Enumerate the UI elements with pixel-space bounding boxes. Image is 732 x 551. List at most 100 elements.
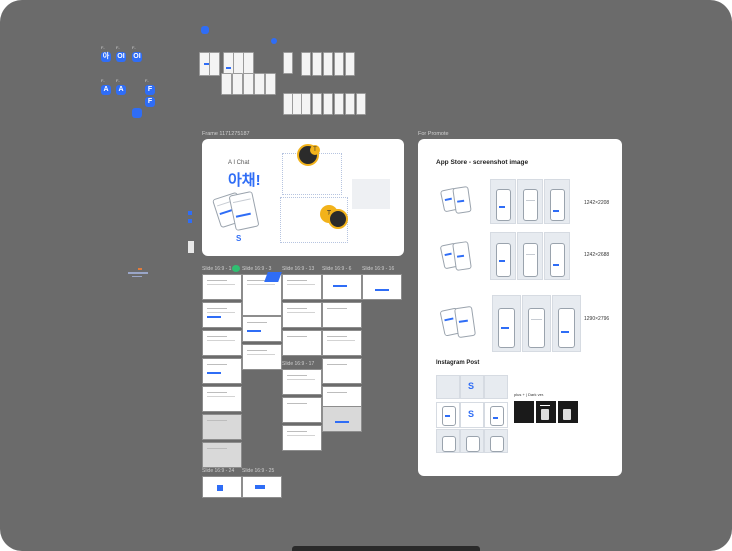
instagram-post[interactable]: S [460,375,484,399]
slide-thumbnail[interactable] [202,274,242,300]
app-icon-tile[interactable]: A [116,85,126,95]
slide-thumbnail[interactable] [242,344,282,370]
hero-shot[interactable] [436,179,486,222]
slide-thumbnail[interactable] [282,397,322,423]
slide-thumbnail[interactable] [322,302,362,328]
instagram-post[interactable] [484,402,508,428]
slide-group-label[interactable]: Slide 16:9 - 6 [322,266,351,272]
screen-thumbnail[interactable] [356,93,366,115]
resolution-label: 1290×2796 [584,316,610,322]
screenshot-tile[interactable] [544,232,570,280]
screen-thumbnail[interactable] [265,73,276,95]
bottom-toolbar[interactable] [292,546,480,551]
screenshot-tile[interactable] [517,179,543,224]
frame-card[interactable]: A I Chat 아채! S T T [202,139,404,256]
promote-panel[interactable]: App Store - screenshot image 1242×2208 1… [418,139,622,476]
slide-thumbnail[interactable] [282,369,322,395]
app-icon-tile[interactable]: OI [132,52,142,62]
app-icon-tile[interactable]: F [145,85,155,95]
selection-handle[interactable] [188,219,192,223]
slide-thumbnail[interactable] [322,358,362,384]
slide-thumbnail[interactable] [322,274,362,300]
slide-thumbnail[interactable] [202,330,242,356]
slide-thumbnail[interactable] [242,476,282,498]
slide-thumbnail[interactable] [322,406,362,432]
slide-group-label[interactable]: Slide 16:9 - 13 [282,266,314,272]
screenshot-tile[interactable] [552,295,581,352]
selection-handle[interactable] [188,211,192,215]
slide-thumbnail[interactable] [242,316,282,342]
screen-thumbnail[interactable] [312,93,322,115]
slide-group-label[interactable]: Slide 16:9 - 25 [242,468,274,474]
app-icon-tile[interactable]: A [101,85,111,95]
slide-thumbnail[interactable] [202,302,242,328]
slide-group-label[interactable]: Slide 16:9 - 24 [202,468,234,474]
instagram-post[interactable] [436,375,460,399]
figma-canvas[interactable]: F.. 아 F.. OI F.. OI F.. A F.. A F.. F F … [0,0,732,551]
app-icon-tile[interactable]: 아 [101,52,111,62]
slide-thumbnail[interactable] [202,476,242,498]
screenshot-tile[interactable] [490,179,516,224]
dark-post[interactable] [558,401,578,423]
layer-stack[interactable] [188,241,194,253]
slide-group-label[interactable]: Slide 16:9 - 17 [282,361,314,367]
icon-caption: F.. [116,78,121,83]
avatar[interactable] [328,209,348,229]
instagram-post[interactable] [460,429,484,453]
slide-group-label[interactable]: Slide 16:9 - 16 [362,266,394,272]
instagram-post[interactable] [436,429,460,453]
promote-label[interactable]: For Promote [418,131,449,137]
slide-thumbnail[interactable] [202,358,242,384]
slide-thumbnail[interactable] [282,330,322,356]
screen-thumbnail[interactable] [283,52,293,74]
screen-thumbnail[interactable] [323,93,333,115]
hero-shot[interactable] [436,232,486,278]
screen-thumbnail[interactable] [243,73,254,95]
slide-thumbnail[interactable] [362,274,402,300]
screenshot-tile[interactable] [517,232,543,280]
small-node[interactable] [128,268,148,278]
screenshot-tile[interactable] [544,179,570,224]
slide-thumbnail[interactable] [282,274,322,300]
screen-thumbnail[interactable] [221,73,232,95]
instagram-post[interactable] [484,429,508,453]
slide-group-label[interactable]: Slide 16:9 - 1 [202,266,231,272]
dark-post[interactable] [536,401,556,423]
slide-thumbnail[interactable] [282,302,322,328]
frame-label[interactable]: Frame 1171275187 [202,131,250,137]
screenshot-tile[interactable] [492,295,521,352]
app-icon-tile[interactable] [201,26,209,34]
slide-thumbnail[interactable] [322,330,362,356]
app-icon-tile[interactable]: OI [116,52,126,62]
app-icon-tile[interactable]: F [145,97,155,107]
screen-thumbnail[interactable] [254,73,265,95]
screen-thumbnail[interactable] [345,93,355,115]
icon-caption: F.. [101,45,106,50]
instagram-post[interactable] [436,402,460,428]
screen-thumbnail[interactable] [301,52,311,76]
dark-post[interactable] [514,401,534,423]
screen-thumbnail[interactable] [334,52,344,76]
instagram-post[interactable] [484,375,508,399]
hero-shot[interactable] [436,295,486,347]
ai-chat-label: A I Chat [228,160,250,166]
slide-thumbnail[interactable] [282,425,322,451]
screen-thumbnail[interactable] [334,93,344,115]
instagram-post[interactable]: S [460,402,484,428]
screen-thumbnail[interactable] [232,73,243,95]
app-icon-tile[interactable] [271,38,277,44]
screen-thumbnail[interactable] [323,52,333,76]
dark-version-label: plus + | Dark ver. [514,392,545,397]
screen-thumbnail[interactable] [312,52,322,76]
screenshot-tile[interactable] [490,232,516,280]
slide-thumbnail[interactable] [202,442,242,468]
slide-thumbnail[interactable] [202,386,242,412]
screen-thumbnail[interactable] [209,52,220,76]
resolution-label: 1242×2688 [584,252,610,258]
slide-thumbnail[interactable] [202,414,242,440]
screen-thumbnail[interactable] [345,52,355,76]
app-icon-tile[interactable] [132,108,142,118]
screenshot-tile[interactable] [522,295,551,352]
screen-thumbnail[interactable] [301,93,311,115]
screen-grid[interactable] [352,179,390,209]
